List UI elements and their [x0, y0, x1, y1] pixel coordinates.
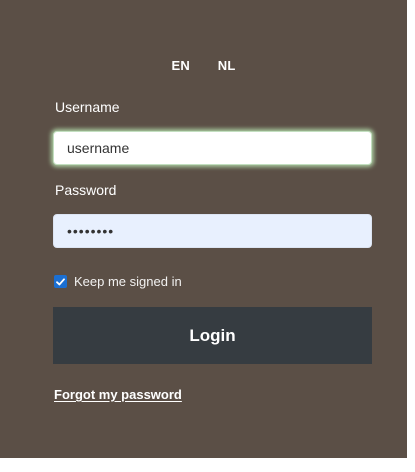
login-button[interactable]: Login: [53, 307, 372, 364]
keep-signed-in-label: Keep me signed in: [74, 274, 182, 289]
language-switch: EN NL: [0, 58, 407, 73]
keep-signed-in-option[interactable]: Keep me signed in: [54, 274, 182, 289]
language-option-nl[interactable]: NL: [218, 58, 236, 73]
password-input[interactable]: [53, 214, 372, 248]
password-label: Password: [55, 182, 117, 198]
username-input[interactable]: [53, 131, 372, 165]
forgot-password-link[interactable]: Forgot my password: [54, 387, 182, 402]
keep-signed-in-checkbox[interactable]: [54, 275, 67, 288]
login-panel: EN NL Username Password Keep me signed i…: [0, 0, 407, 458]
language-option-en[interactable]: EN: [171, 58, 189, 73]
username-label: Username: [55, 99, 120, 115]
checkmark-icon: [56, 277, 65, 285]
